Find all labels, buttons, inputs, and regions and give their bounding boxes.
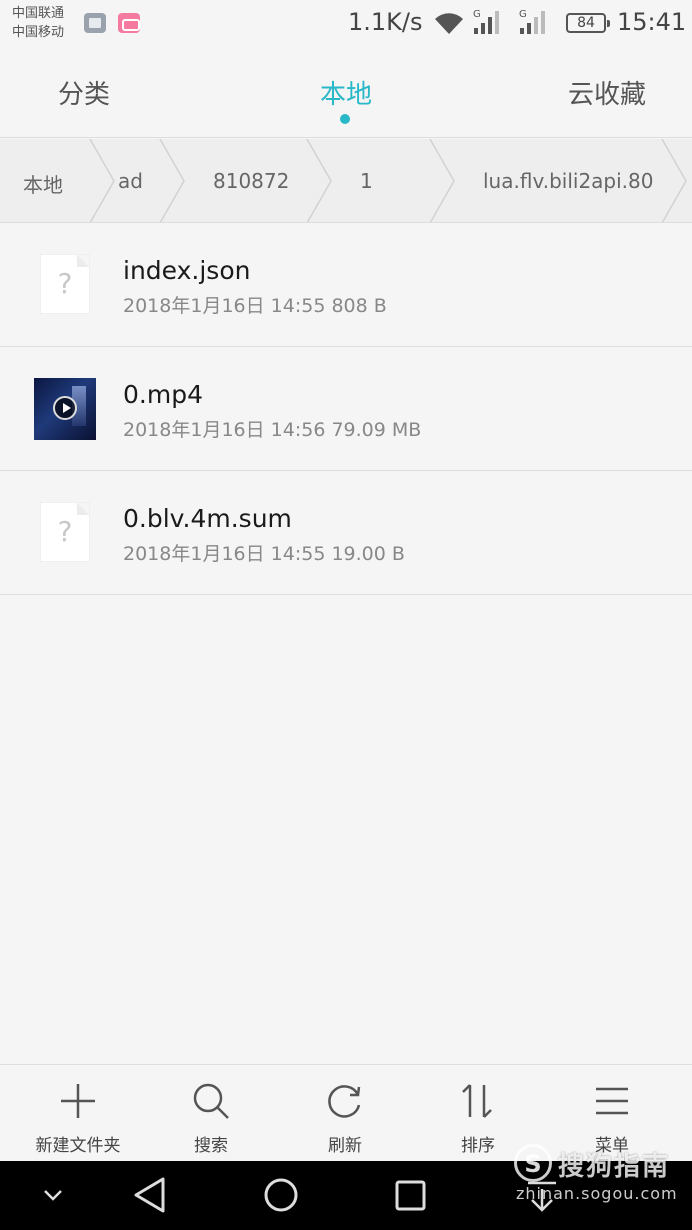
signal-icon-2: G xyxy=(519,9,545,34)
breadcrumb-chevron-icon xyxy=(661,139,687,222)
play-icon xyxy=(53,396,77,420)
unknown-file-icon: ? xyxy=(41,503,89,561)
signal-icon: G xyxy=(473,9,499,34)
breadcrumb-item-local[interactable]: 本地 xyxy=(23,169,63,198)
refresh-button[interactable]: 刷新 xyxy=(285,1065,405,1162)
carrier-2: 中国移动 xyxy=(12,25,65,40)
breadcrumb-chevron-icon xyxy=(306,139,332,222)
file-row[interactable]: 0.mp4 2018年1月16日 14:56 79.09 MB xyxy=(0,347,692,471)
breadcrumb: 本地 ad 810872 1 lua.flv.bili2api.80 xyxy=(0,139,692,223)
gallery-icon xyxy=(84,13,106,33)
menu-icon xyxy=(596,1087,628,1115)
active-tab-indicator xyxy=(340,114,350,124)
sogou-logo-icon xyxy=(514,1144,552,1182)
search-icon xyxy=(193,1083,229,1119)
breadcrumb-item-folder[interactable]: 810872 xyxy=(213,169,289,193)
sort-icon xyxy=(462,1084,492,1118)
file-meta: 2018年1月16日 14:56 79.09 MB xyxy=(123,419,422,441)
file-row[interactable]: ? index.json 2018年1月16日 14:55 808 B xyxy=(0,223,692,347)
sogou-watermark: 搜狗指南 zhinan.sogou.com xyxy=(514,1140,684,1210)
breadcrumb-chevron-icon xyxy=(89,139,115,222)
clock: 15:41 xyxy=(617,8,687,36)
file-name: 0.mp4 xyxy=(123,380,203,409)
tab-bar: 分类 本地 云收藏 xyxy=(0,48,692,138)
watermark-text: 搜狗指南 xyxy=(558,1152,671,1182)
carrier-1: 中国联通 xyxy=(12,6,65,21)
status-bar: 中国联通 中国移动 1.1K/s G G 84 15:41 xyxy=(0,0,692,48)
file-name: 0.blv.4m.sum xyxy=(123,504,292,533)
file-meta: 2018年1月16日 14:55 19.00 B xyxy=(123,543,405,565)
signal-label: G xyxy=(473,9,481,20)
breadcrumb-chevron-icon xyxy=(159,139,185,222)
carrier-names: 中国联通 中国移动 xyxy=(12,4,64,42)
search-button[interactable]: 搜索 xyxy=(151,1065,271,1162)
video-thumbnail xyxy=(34,378,96,440)
watermark-url: zhinan.sogou.com xyxy=(516,1184,678,1203)
plus-icon xyxy=(61,1084,95,1118)
file-list: ? index.json 2018年1月16日 14:55 808 B 0.mp… xyxy=(0,223,692,595)
refresh-icon xyxy=(328,1085,361,1118)
network-speed: 1.1K/s xyxy=(348,8,423,36)
wifi-icon xyxy=(435,13,463,35)
battery-icon: 84 xyxy=(566,13,610,33)
back-icon[interactable] xyxy=(130,1175,170,1215)
bilibili-icon xyxy=(118,13,140,33)
refresh-label: 刷新 xyxy=(328,1136,362,1156)
recents-icon[interactable] xyxy=(392,1177,430,1215)
battery-level: 84 xyxy=(577,15,595,31)
breadcrumb-chevron-icon xyxy=(429,139,455,222)
file-name: index.json xyxy=(123,256,251,285)
file-meta: 2018年1月16日 14:55 808 B xyxy=(123,295,387,317)
hide-nav-chevron-icon[interactable] xyxy=(42,1187,64,1203)
home-icon[interactable] xyxy=(261,1175,301,1215)
tab-cloud[interactable]: 云收藏 xyxy=(527,74,687,111)
tab-local[interactable]: 本地 xyxy=(266,74,426,111)
unknown-file-icon: ? xyxy=(41,255,89,313)
search-label: 搜索 xyxy=(194,1136,228,1156)
file-row[interactable]: ? 0.blv.4m.sum 2018年1月16日 14:55 19.00 B xyxy=(0,471,692,595)
new-folder-label: 新建文件夹 xyxy=(35,1136,121,1156)
breadcrumb-item-folder[interactable]: 1 xyxy=(360,169,373,193)
tab-classify[interactable]: 分类 xyxy=(4,74,164,111)
new-folder-button[interactable]: 新建文件夹 xyxy=(18,1065,138,1162)
breadcrumb-item-folder[interactable]: ad xyxy=(118,169,143,193)
breadcrumb-item-current[interactable]: lua.flv.bili2api.80 xyxy=(483,169,654,193)
signal-label-2: G xyxy=(519,9,527,20)
